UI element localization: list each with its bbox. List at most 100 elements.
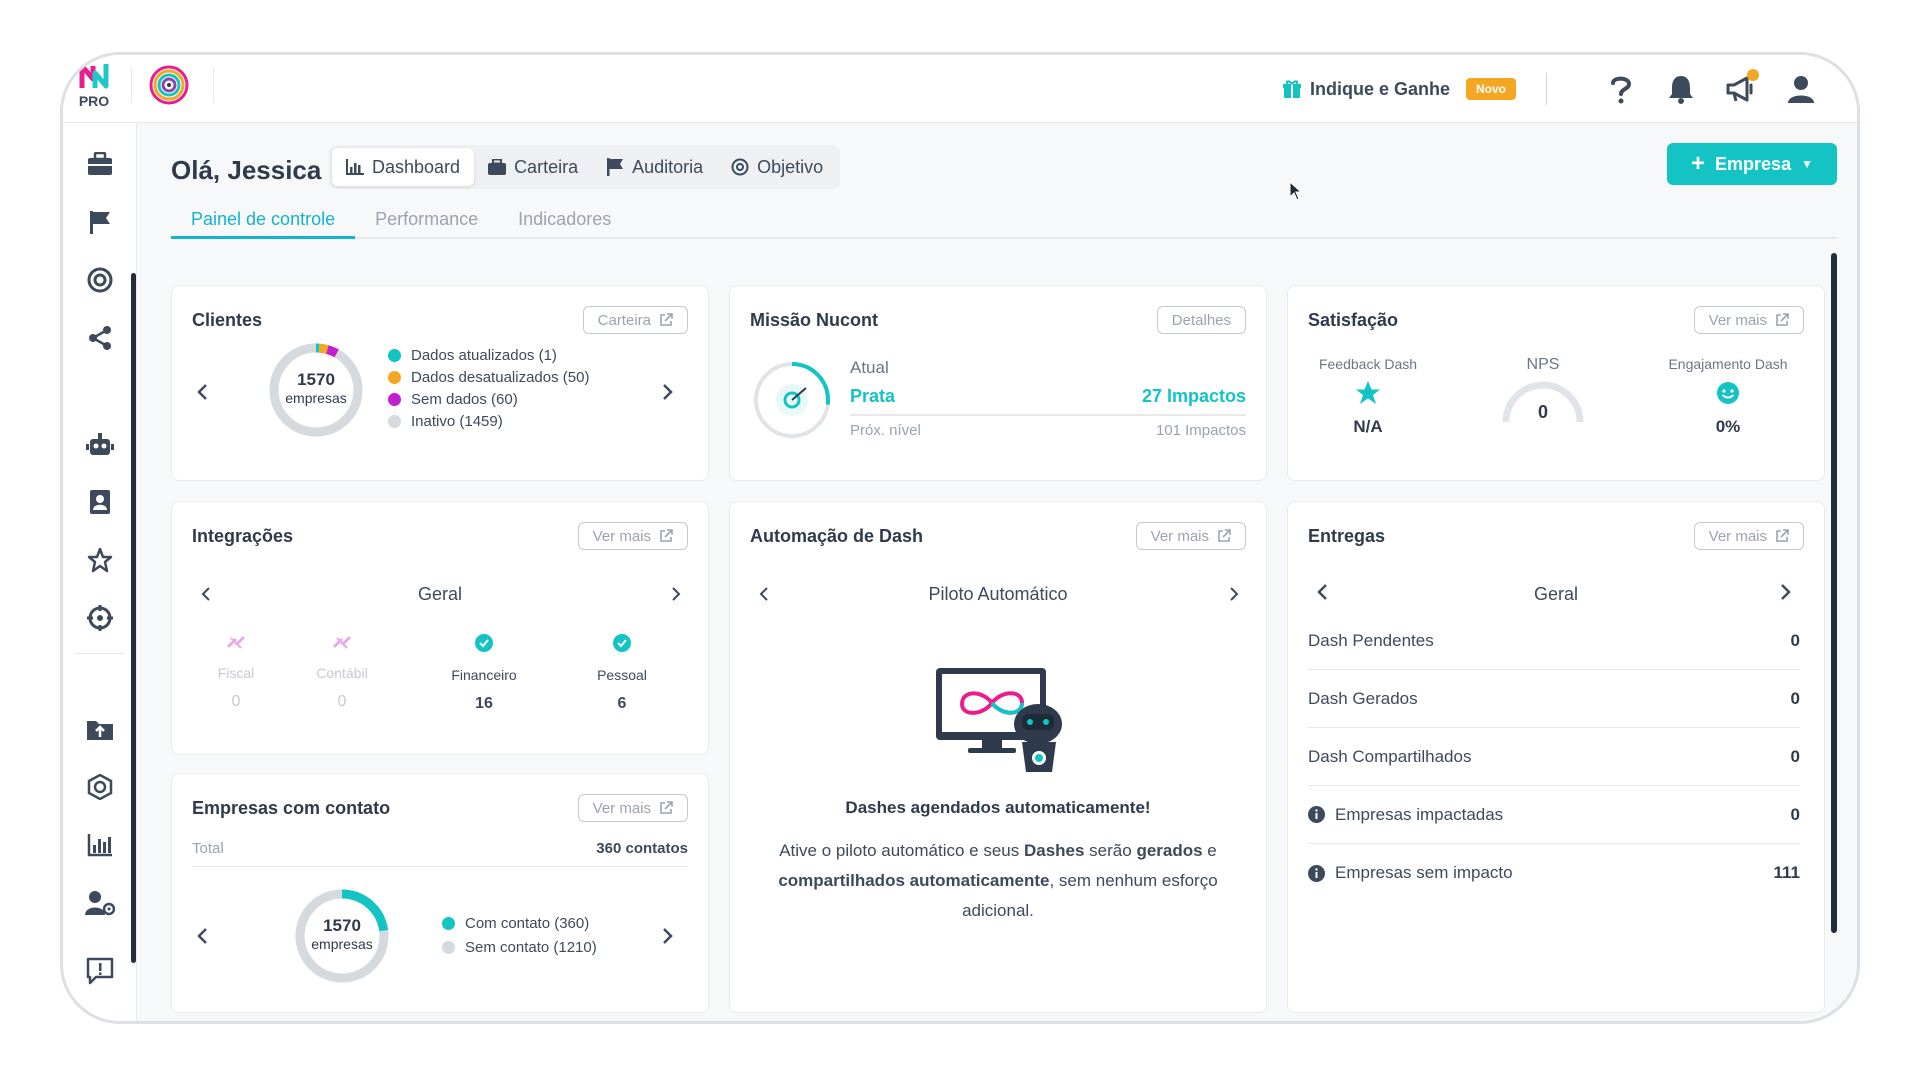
app-logo[interactable]: PRO xyxy=(77,61,111,109)
legend-item: Dados atualizados (1) xyxy=(388,344,589,366)
row-label: Dash Gerados xyxy=(1308,688,1418,708)
new-badge: Novo xyxy=(1466,78,1516,100)
card-title: Empresas com contato xyxy=(192,798,391,818)
integration-contabil[interactable]: Contábil 0 xyxy=(292,634,392,711)
sidebar-item-favorites[interactable] xyxy=(63,531,137,589)
list-item: Dash Compartilhados 0 xyxy=(1308,728,1800,786)
divider xyxy=(1546,73,1547,105)
legend-item: Dados desatualizados (50) xyxy=(388,366,589,388)
external-link-icon xyxy=(1218,529,1231,542)
integration-pessoal[interactable]: Pessoal 6 xyxy=(572,634,672,713)
next-arrow[interactable] xyxy=(654,922,682,950)
donut-total: 1570 xyxy=(297,370,335,389)
robot-icon xyxy=(86,433,114,455)
check-circle-icon xyxy=(613,634,631,652)
subtab-performance[interactable]: Performance xyxy=(355,199,498,239)
sidebar-item-audit[interactable] xyxy=(63,193,137,251)
tab-label: Dashboard xyxy=(372,156,461,177)
integration-value: 16 xyxy=(475,695,493,712)
divider xyxy=(213,67,214,103)
announcements-button[interactable] xyxy=(1725,69,1759,105)
info-icon[interactable] xyxy=(1308,806,1325,823)
legend-label: Dados atualizados (1) xyxy=(411,346,557,364)
chevron-left-icon xyxy=(197,928,207,944)
sidebar-item-user-settings[interactable] xyxy=(63,874,137,932)
next-arrow[interactable] xyxy=(1220,580,1248,608)
see-more-button[interactable]: Ver mais xyxy=(1693,306,1804,334)
engagement-value: 0% xyxy=(1715,417,1741,436)
company-avatar[interactable] xyxy=(149,61,189,109)
integration-fiscal[interactable]: Fiscal 0 xyxy=(186,634,286,711)
question-icon xyxy=(1611,76,1632,104)
see-more-button[interactable]: Ver mais xyxy=(1693,522,1804,550)
app-window: PRO Indique e Ganhe Novo Olá, Jessica Da… xyxy=(60,52,1860,1024)
tab-dashboard[interactable]: Dashboard xyxy=(332,148,475,186)
sidebar-item-contacts[interactable] xyxy=(63,473,137,531)
tab-label: Auditoria xyxy=(632,156,704,177)
sidebar-item-badge[interactable] xyxy=(63,758,137,816)
legend-item: Inativo (1459) xyxy=(388,410,589,432)
next-level-impacts: 101 Impactos xyxy=(1155,422,1246,439)
contacts-legend: Com contato (360) Sem contato (1210) xyxy=(442,912,597,958)
sidebar-item-upload[interactable] xyxy=(63,700,137,758)
progress-track xyxy=(850,414,1246,416)
button-label: Ver mais xyxy=(1708,527,1767,545)
user-menu-button[interactable] xyxy=(1785,73,1817,105)
sidebar-item-feedback[interactable] xyxy=(63,942,137,1000)
see-more-button[interactable]: Ver mais xyxy=(1135,522,1246,550)
group-label: Geral xyxy=(1533,584,1578,604)
disconnected-icon xyxy=(227,636,245,649)
contacts-card: Empresas com contato Ver mais Total 360 … xyxy=(171,773,709,1013)
subtab-indicadores[interactable]: Indicadores xyxy=(498,199,631,239)
integration-financeiro[interactable]: Financeiro 16 xyxy=(434,634,534,713)
automation-heading: Dashes agendados automaticamente! xyxy=(845,798,1151,817)
briefcase-icon xyxy=(88,152,112,175)
next-arrow[interactable] xyxy=(662,580,690,608)
nps-value: 0 xyxy=(1537,402,1548,422)
portfolio-button[interactable]: Carteira xyxy=(582,306,688,334)
button-label: Detalhes xyxy=(1171,311,1231,329)
refer-and-earn-link[interactable]: Indique e Ganhe Novo xyxy=(1282,78,1516,100)
integration-label: Contábil xyxy=(316,665,368,681)
tab-objetivo[interactable]: Objetivo xyxy=(717,148,837,186)
subtab-painel[interactable]: Painel de controle xyxy=(171,199,356,239)
add-company-button[interactable]: + Empresa ▼ xyxy=(1667,143,1837,185)
help-button[interactable] xyxy=(1605,73,1637,105)
row-label-group: Empresas sem impacto xyxy=(1308,863,1513,883)
sidebar-item-share[interactable] xyxy=(63,309,137,367)
next-arrow[interactable] xyxy=(654,378,682,406)
donut-unit: empresas xyxy=(285,390,347,406)
desc-bold: Dashes xyxy=(1023,841,1085,860)
prev-arrow[interactable] xyxy=(188,922,216,950)
sidebar-item-automation[interactable] xyxy=(63,415,137,473)
sidebar-item-reports[interactable] xyxy=(63,816,137,874)
see-more-button[interactable]: Ver mais xyxy=(577,522,688,550)
card-title: Clientes xyxy=(192,310,263,330)
notifications-button[interactable] xyxy=(1665,73,1697,105)
satisfaction-card: Satisfação Ver mais Feedback Dash N/A NP… xyxy=(1287,285,1825,481)
sidebar-item-goals[interactable] xyxy=(63,251,137,309)
sidebar-item-portfolio[interactable] xyxy=(63,135,137,193)
user-icon xyxy=(1788,76,1814,103)
sidebar-item-crosshair[interactable] xyxy=(63,589,137,647)
prev-arrow[interactable] xyxy=(188,378,216,406)
content-scrollbar[interactable] xyxy=(1831,253,1837,933)
see-more-button[interactable]: Ver mais xyxy=(577,794,688,822)
tab-carteira[interactable]: Carteira xyxy=(474,148,592,186)
info-icon[interactable] xyxy=(1308,864,1325,882)
sidebar-scrollbar[interactable] xyxy=(131,273,136,963)
mission-card: Missão Nucont Detalhes Atual Prata 27 Im… xyxy=(729,285,1267,481)
desc-text: e xyxy=(1202,841,1217,860)
tab-auditoria[interactable]: Auditoria xyxy=(592,148,717,186)
desc-text: serão xyxy=(1084,841,1137,860)
donut-center: 1570 empresas xyxy=(266,370,366,406)
tab-label: Objetivo xyxy=(757,156,824,177)
details-button[interactable]: Detalhes xyxy=(1156,306,1246,334)
chevron-right-icon xyxy=(1230,587,1239,601)
button-label: Ver mais xyxy=(592,527,651,545)
next-arrow[interactable] xyxy=(1772,578,1800,606)
contact-book-icon xyxy=(90,490,110,514)
list-item: Dash Gerados 0 xyxy=(1308,670,1800,728)
gift-icon xyxy=(1282,80,1301,98)
integration-value: 0 xyxy=(337,693,347,710)
